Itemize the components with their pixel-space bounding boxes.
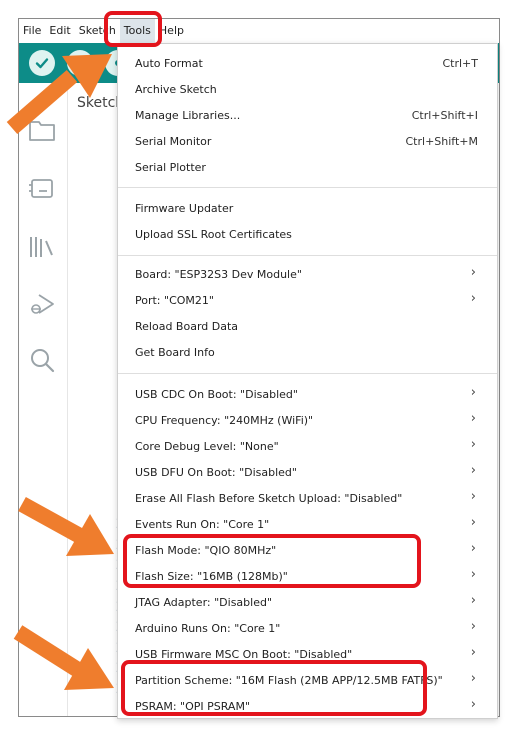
menu-item-arduino-runs-on-core-1[interactable]: Arduino Runs On: "Core 1" › xyxy=(118,616,497,640)
menu-separator xyxy=(118,373,497,374)
chevron-right-icon: › xyxy=(470,567,476,582)
menu-item-jtag-adapter-disabled[interactable]: JTAG Adapter: "Disabled" › xyxy=(118,590,497,614)
menu-item-label: Events Run On: "Core 1" xyxy=(135,517,270,531)
menu-item-label: Auto Format xyxy=(135,56,203,70)
chevron-right-icon: › xyxy=(470,385,476,400)
menu-item-usb-dfu-on-boot-disabled[interactable]: USB DFU On Boot: "Disabled" › xyxy=(118,460,497,484)
boards-manager-icon[interactable] xyxy=(27,173,57,203)
chevron-right-icon: › xyxy=(470,541,476,556)
tools-menu: Auto Format Ctrl+T Archive Sketch Manage Li… xyxy=(117,43,498,719)
chevron-right-icon: › xyxy=(470,463,476,478)
chevron-right-icon: › xyxy=(470,593,476,608)
menu-item-label: Serial Plotter xyxy=(135,160,206,174)
menu-item-label: Arduino Runs On: "Core 1" xyxy=(135,621,281,635)
menu-item-events-run-on-core-1[interactable]: Events Run On: "Core 1" › xyxy=(118,512,497,536)
chevron-right-icon: › xyxy=(470,645,476,660)
arrow-to-flash-mode-icon xyxy=(18,496,114,556)
chevron-right-icon: › xyxy=(470,697,476,712)
menu-item-label: USB CDC On Boot: "Disabled" xyxy=(135,387,298,401)
menu-item-label: JTAG Adapter: "Disabled" xyxy=(135,595,273,609)
menu-item-label: Core Debug Level: "None" xyxy=(135,439,279,453)
menu-item-archive-sketch[interactable]: Archive Sketch xyxy=(118,77,497,101)
menu-item-erase-all-flash-before-sketch-upload-dis[interactable]: Erase All Flash Before Sketch Upload: "D… xyxy=(118,486,497,510)
chevron-right-icon: › xyxy=(470,671,476,686)
chevron-right-icon: › xyxy=(470,437,476,452)
menu-item-serial-plotter[interactable]: Serial Plotter xyxy=(118,155,497,179)
chevron-right-icon: › xyxy=(470,489,476,504)
library-manager-icon[interactable] xyxy=(27,231,57,261)
menu-item-label: Board: "ESP32S3 Dev Module" xyxy=(135,267,302,281)
menu-item-label: USB DFU On Boot: "Disabled" xyxy=(135,465,297,479)
menu-item-label: Get Board Info xyxy=(135,345,215,359)
menu-item-shortcut: Ctrl+Shift+I xyxy=(411,108,478,122)
chevron-right-icon: › xyxy=(470,411,476,426)
menu-item-label: Serial Monitor xyxy=(135,134,212,148)
menu-item-core-debug-level-none[interactable]: Core Debug Level: "None" › xyxy=(118,434,497,458)
menu-item-label: USB Firmware MSC On Boot: "Disabled" xyxy=(135,647,353,661)
chevron-right-icon: › xyxy=(470,619,476,634)
menu-file[interactable]: File xyxy=(19,19,45,43)
menu-item-label: Upload SSL Root Certificates xyxy=(135,227,292,241)
partition-psram-highlight-box xyxy=(121,660,427,716)
menu-item-manage-libraries[interactable]: Manage Libraries... Ctrl+Shift+I xyxy=(118,103,497,127)
debug-panel-icon[interactable] xyxy=(27,289,57,319)
menu-item-label: Port: "COM21" xyxy=(135,293,214,307)
menubar: File Edit Sketch Tools Help xyxy=(19,19,499,43)
menu-item-shortcut: Ctrl+T xyxy=(442,56,478,70)
menu-item-board-esp32s3-dev-module[interactable]: Board: "ESP32S3 Dev Module" › xyxy=(118,262,497,286)
menu-item-label: Reload Board Data xyxy=(135,319,239,333)
menu-item-label: Firmware Updater xyxy=(135,201,234,215)
chevron-right-icon: › xyxy=(470,291,476,306)
menu-separator xyxy=(118,255,497,256)
menu-separator xyxy=(118,187,497,188)
search-icon[interactable] xyxy=(27,345,57,375)
menu-item-label: Erase All Flash Before Sketch Upload: "D… xyxy=(135,491,403,505)
menu-item-cpu-frequency-240mhz-wifi[interactable]: CPU Frequency: "240MHz (WiFi)" › xyxy=(118,408,497,432)
menu-item-auto-format[interactable]: Auto Format Ctrl+T xyxy=(118,51,497,75)
arrow-to-tools-icon xyxy=(6,54,112,135)
chevron-right-icon: › xyxy=(470,515,476,530)
menu-edit[interactable]: Edit xyxy=(45,19,74,43)
menu-item-usb-cdc-on-boot-disabled[interactable]: USB CDC On Boot: "Disabled" › xyxy=(118,382,497,406)
menu-item-serial-monitor[interactable]: Serial Monitor Ctrl+Shift+M xyxy=(118,129,497,153)
tools-highlight-box xyxy=(104,11,162,47)
menu-item-get-board-info[interactable]: Get Board Info xyxy=(118,340,497,364)
menu-item-firmware-updater[interactable]: Firmware Updater xyxy=(118,196,497,220)
chevron-right-icon: › xyxy=(470,265,476,280)
menu-item-upload-ssl-root-certificates[interactable]: Upload SSL Root Certificates xyxy=(118,222,497,246)
menu-item-label: Archive Sketch xyxy=(135,82,217,96)
menu-item-port-com21[interactable]: Port: "COM21" › xyxy=(118,288,497,312)
menu-item-label: CPU Frequency: "240MHz (WiFi)" xyxy=(135,413,314,427)
menu-item-label: Manage Libraries... xyxy=(135,108,241,122)
arrow-to-partition-scheme-icon xyxy=(13,625,114,690)
menu-item-shortcut: Ctrl+Shift+M xyxy=(405,134,479,148)
menu-item-reload-board-data[interactable]: Reload Board Data xyxy=(118,314,497,338)
flash-settings-highlight-box xyxy=(123,534,421,588)
